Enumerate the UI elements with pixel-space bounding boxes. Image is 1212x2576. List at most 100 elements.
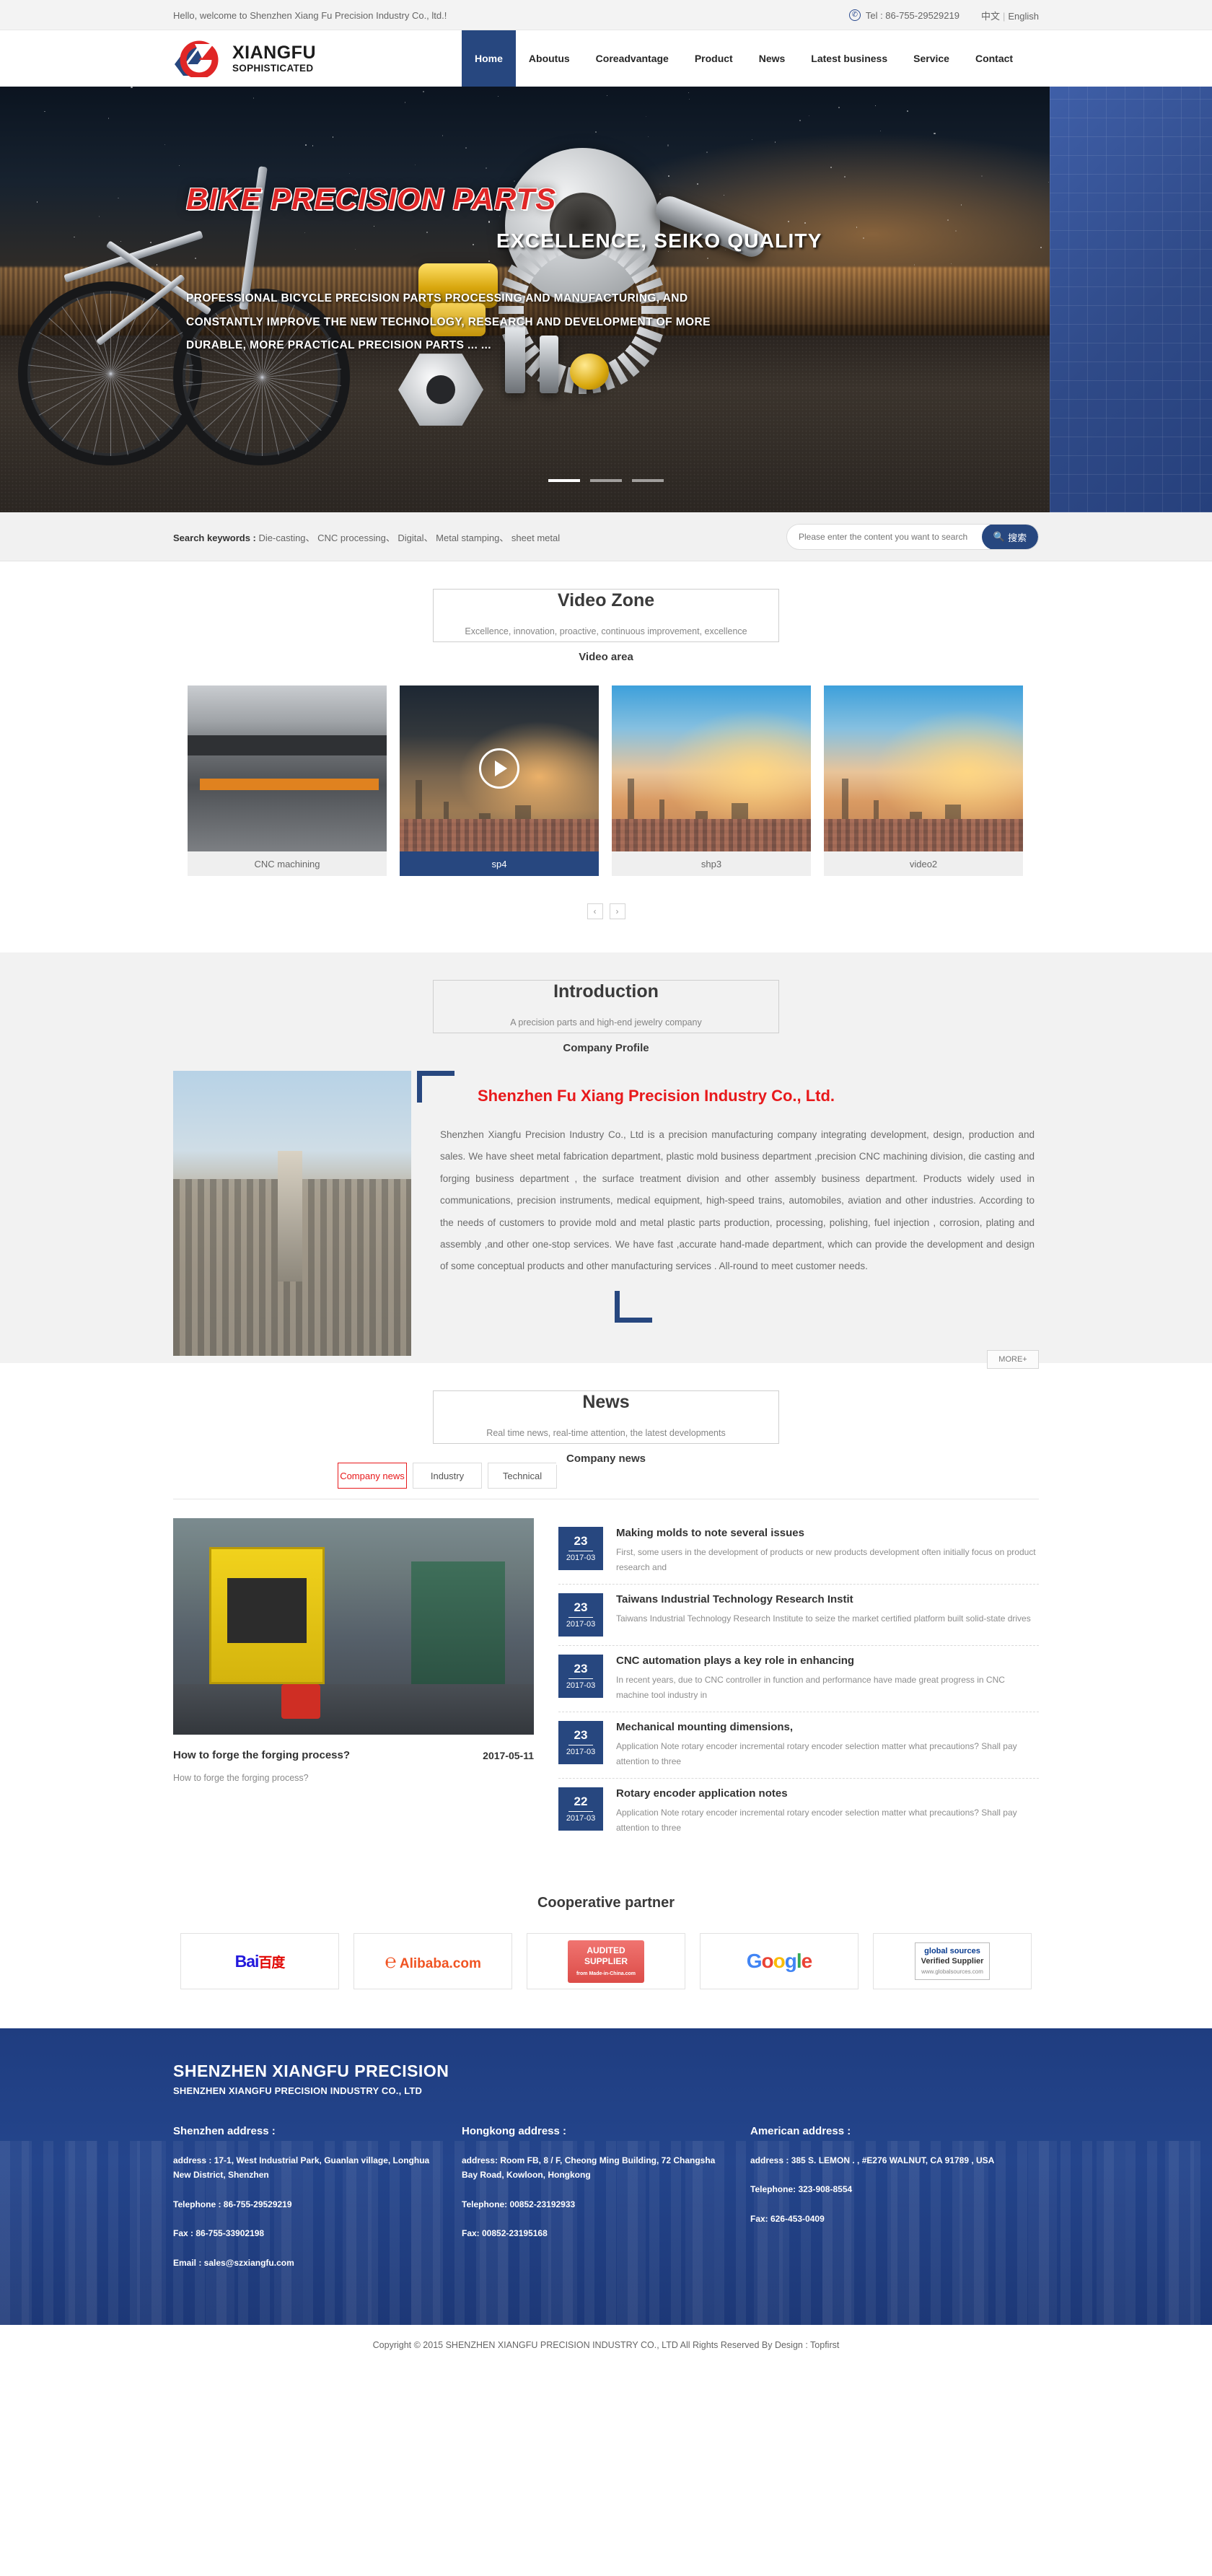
- partner-line3: www.globalsources.com: [921, 1968, 983, 1975]
- news-tab-industry[interactable]: Industry: [413, 1463, 482, 1489]
- video-prev-button[interactable]: ‹: [587, 903, 603, 919]
- video-label[interactable]: sp4: [400, 851, 599, 876]
- news-day: 23: [574, 1729, 588, 1743]
- top-bar: Hello, welcome to Shenzhen Xiang Fu Prec…: [0, 0, 1212, 30]
- footer-telephone: Telephone: 00852-23192933: [462, 2197, 726, 2212]
- nav-item-aboutus[interactable]: Aboutus: [516, 30, 583, 87]
- news-date-badge: 23 2017-03: [558, 1593, 603, 1637]
- introduction-more-button[interactable]: MORE+: [987, 1350, 1039, 1369]
- language-english[interactable]: English: [1008, 11, 1039, 22]
- language-chinese[interactable]: 中文: [981, 11, 1000, 22]
- nav-item-product[interactable]: Product: [682, 30, 746, 87]
- banner-copy: BIKE PRECISION PARTS EXCELLENCE, SEIKO Q…: [0, 182, 1212, 358]
- news-list-item[interactable]: 23 2017-03 Making molds to note several …: [558, 1518, 1039, 1585]
- video-next-button[interactable]: ›: [610, 903, 625, 919]
- video-thumbnail[interactable]: [824, 685, 1023, 851]
- language-switcher[interactable]: 中文 | English: [981, 9, 1039, 22]
- video-label[interactable]: video2: [824, 851, 1023, 876]
- video-pagination[interactable]: ‹ ›: [0, 903, 1212, 919]
- news-title: News: [569, 1392, 642, 1413]
- footer-email[interactable]: Email : sales@szxiangfu.com: [173, 2256, 437, 2270]
- baidu-logo-icon: Bai百度: [235, 1952, 285, 1971]
- global-sources-icon: global sources Verified Supplier www.glo…: [915, 1942, 991, 1981]
- nav-item-news[interactable]: News: [746, 30, 799, 87]
- main-navigation[interactable]: Home Aboutus Coreadvantage Product News …: [462, 30, 1026, 87]
- partner-logo-google[interactable]: Google: [700, 1933, 858, 1989]
- footer-fax: Fax: 626-453-0409: [750, 2212, 1014, 2226]
- partner-logo-alibaba[interactable]: ℮ Alibaba.com: [354, 1933, 512, 1989]
- logo-title: XIANGFU: [232, 43, 316, 62]
- search-input[interactable]: [787, 525, 982, 549]
- partner-logo-audited-supplier[interactable]: AUDITED SUPPLIER from Made-in-China.com: [527, 1933, 685, 1989]
- nav-item-latest-business[interactable]: Latest business: [798, 30, 900, 87]
- introduction-subtitle: A precision parts and high-end jewelry c…: [501, 1017, 710, 1028]
- skyline-graphic: [612, 755, 811, 851]
- news-item-desc: In recent years, due to CNC controller i…: [616, 1673, 1039, 1703]
- partner-line3: from Made-in-China.com: [576, 1971, 636, 1976]
- news-list-item[interactable]: 23 2017-03 Mechanical mounting dimension…: [558, 1712, 1039, 1779]
- news-month: 2017-03: [566, 1814, 595, 1823]
- news-list-item[interactable]: 23 2017-03 CNC automation plays a key ro…: [558, 1646, 1039, 1712]
- play-icon[interactable]: [479, 748, 519, 789]
- news-tabs[interactable]: Company news Industry Technical: [173, 1463, 1039, 1489]
- news-item-desc: First, some users in the development of …: [616, 1545, 1039, 1575]
- video-thumbnail[interactable]: [612, 685, 811, 851]
- banner-dot-2[interactable]: [590, 479, 622, 482]
- news-item-title[interactable]: Mechanical mounting dimensions,: [616, 1721, 1039, 1733]
- video-thumbnail[interactable]: [400, 685, 599, 851]
- news-day: 23: [574, 1535, 588, 1548]
- google-logo-icon: Google: [747, 1950, 812, 1973]
- video-thumbnail[interactable]: [188, 685, 387, 851]
- banner-dot-3[interactable]: [632, 479, 664, 482]
- partners-list: Bai百度 ℮ Alibaba.com AUDITED SUPPLIER fro…: [173, 1933, 1039, 1989]
- news-list-item[interactable]: 23 2017-03 Taiwans Industrial Technology…: [558, 1585, 1039, 1646]
- news-item-title[interactable]: Rotary encoder application notes: [616, 1787, 1039, 1800]
- corner-bracket-bottom-icon: [615, 1291, 652, 1323]
- corner-bracket-top-icon: [417, 1071, 454, 1103]
- video-card[interactable]: CNC machining: [188, 685, 387, 876]
- search-keywords-label: Search keywords :: [173, 533, 256, 543]
- partner-logo-global-sources[interactable]: global sources Verified Supplier www.glo…: [873, 1933, 1032, 1989]
- company-profile-text: Shenzhen Xiangfu Precision Industry Co.,…: [440, 1124, 1039, 1278]
- video-label[interactable]: CNC machining: [188, 851, 387, 876]
- news-item-desc: Application Note rotary encoder incremen…: [616, 1739, 1039, 1769]
- nav-item-service[interactable]: Service: [900, 30, 962, 87]
- phone-icon: ✆: [849, 9, 861, 21]
- news-list-item[interactable]: 22 2017-03 Rotary encoder application no…: [558, 1779, 1039, 1844]
- partner-logo-baidu[interactable]: Bai百度: [180, 1933, 339, 1989]
- hero-banner[interactable]: BIKE PRECISION PARTS EXCELLENCE, SEIKO Q…: [0, 87, 1212, 512]
- partners-title: Cooperative partner: [0, 1895, 1212, 1911]
- video-card[interactable]: video2: [824, 685, 1023, 876]
- xiangfu-logo-icon: [173, 40, 222, 77]
- news-tab-company-news[interactable]: Company news: [338, 1463, 407, 1489]
- footer-address: address: Room FB, 8 / F, Cheong Ming Bui…: [462, 2153, 726, 2183]
- company-photo: [173, 1071, 411, 1356]
- news-item-desc: Taiwans Industrial Technology Research I…: [616, 1611, 1031, 1626]
- nav-item-contact[interactable]: Contact: [962, 30, 1026, 87]
- featured-news[interactable]: How to forge the forging process? 2017-0…: [173, 1518, 534, 1844]
- news-date-badge: 23 2017-03: [558, 1527, 603, 1570]
- top-telephone: ✆ Tel : 86-755-29529219: [849, 9, 960, 21]
- introduction-section: Introduction A precision parts and high-…: [0, 952, 1212, 1363]
- nav-item-home[interactable]: Home: [462, 30, 516, 87]
- search-icon: 🔍: [993, 531, 1005, 543]
- logo-subtitle: SOPHISTICATED: [232, 63, 316, 74]
- banner-slide-indicators[interactable]: [0, 479, 1212, 482]
- news-tab-technical[interactable]: Technical: [488, 1463, 557, 1489]
- search-keywords: Search keywords : Die-casting、 CNC proce…: [173, 530, 786, 544]
- site-logo[interactable]: XIANGFU SOPHISTICATED: [173, 40, 462, 77]
- video-label[interactable]: shp3: [612, 851, 811, 876]
- nav-item-coreadvantage[interactable]: Coreadvantage: [583, 30, 682, 87]
- search-button[interactable]: 🔍 搜索: [982, 524, 1038, 550]
- news-item-title[interactable]: CNC automation plays a key role in enhan…: [616, 1655, 1039, 1667]
- video-card[interactable]: shp3: [612, 685, 811, 876]
- video-card[interactable]: sp4: [400, 685, 599, 876]
- news-day: 23: [574, 1601, 588, 1615]
- news-item-title[interactable]: Making molds to note several issues: [616, 1527, 1039, 1539]
- banner-dot-1[interactable]: [548, 479, 580, 482]
- footer-heading: Shenzhen address :: [173, 2125, 437, 2137]
- news-item-title[interactable]: Taiwans Industrial Technology Research I…: [616, 1593, 1031, 1605]
- language-separator: |: [1003, 11, 1005, 22]
- search-box[interactable]: 🔍 搜索: [786, 524, 1039, 550]
- featured-news-title[interactable]: How to forge the forging process?: [173, 1749, 350, 1761]
